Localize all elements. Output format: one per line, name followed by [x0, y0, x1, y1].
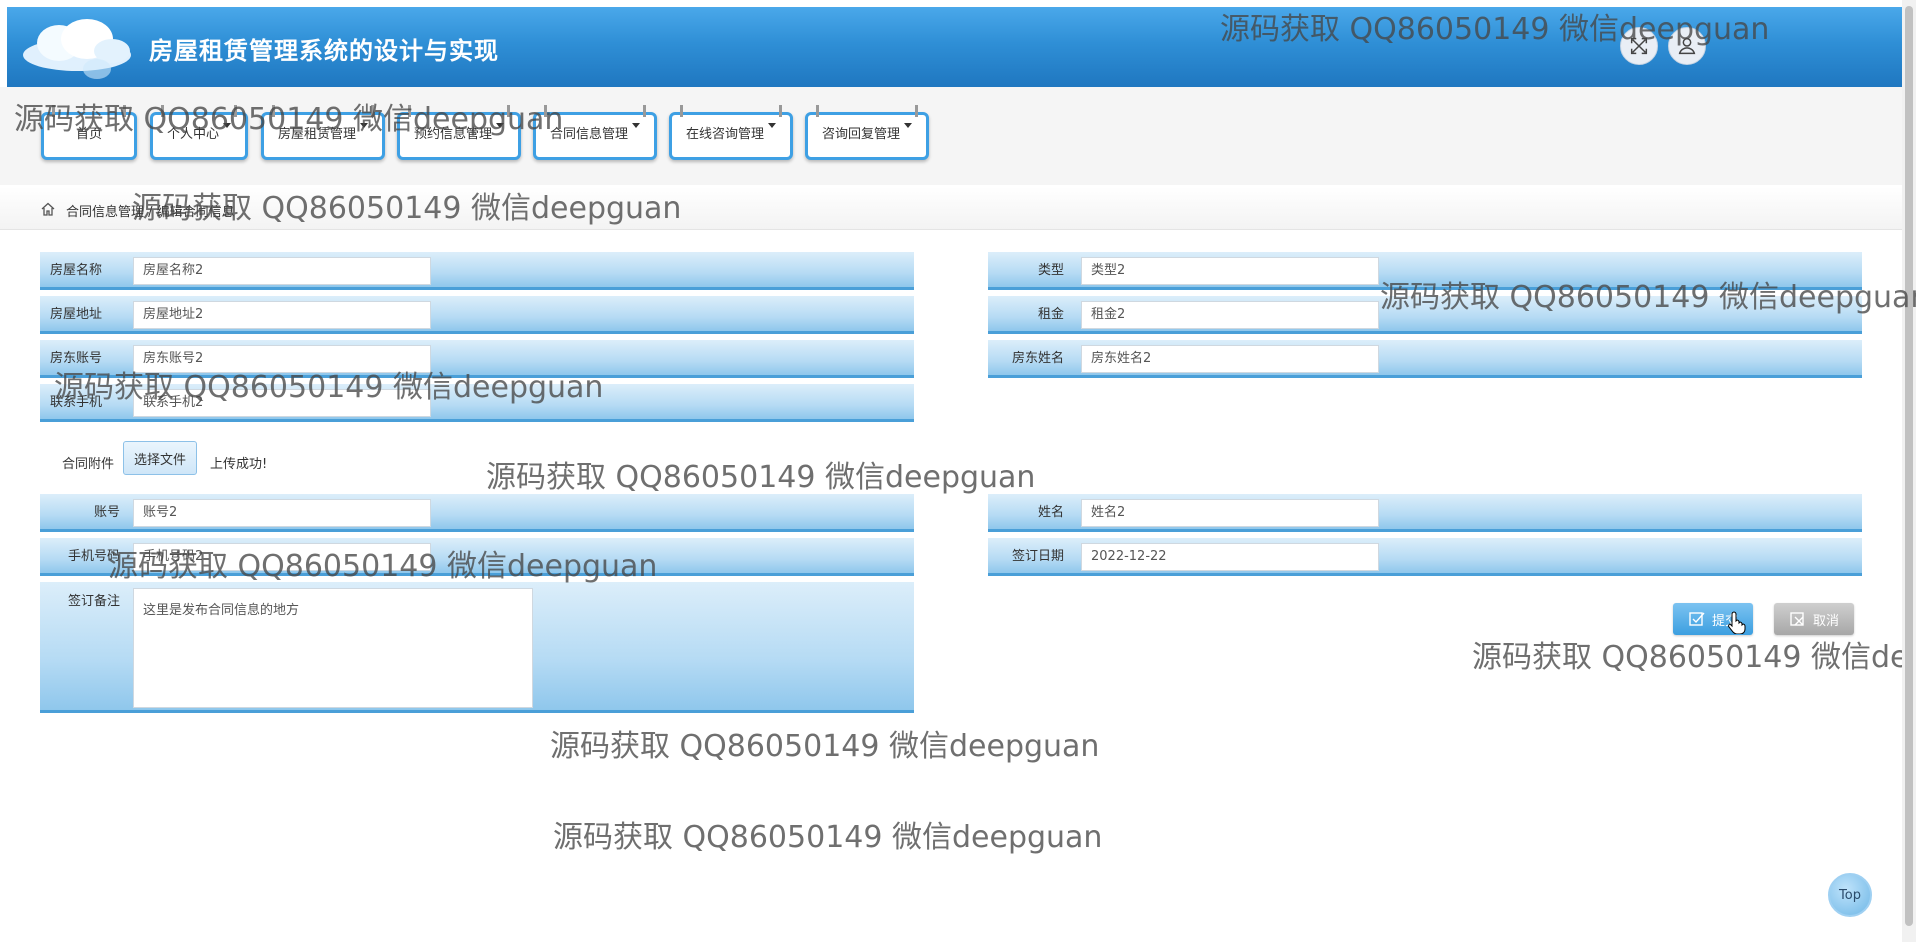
house-name-input[interactable]: 房屋名称2: [133, 257, 431, 285]
caret-down-icon: [360, 123, 368, 128]
user-icon: [1678, 37, 1696, 55]
cloud-logo-icon: [23, 19, 131, 79]
field-label: 姓名: [1037, 505, 1064, 520]
sign-notes-textarea[interactable]: 这里是发布合同信息的地方: [133, 588, 533, 708]
caret-down-icon: [632, 123, 640, 128]
field-label: 房屋地址: [50, 307, 103, 322]
caret-down-icon: [223, 123, 231, 128]
scrollbar-thumb[interactable]: [1905, 6, 1913, 926]
field-label: 房屋名称: [50, 263, 103, 278]
fullscreen-button[interactable]: [1620, 27, 1658, 65]
breadcrumb: [0, 187, 1902, 230]
field-label: 手机号码: [67, 549, 120, 564]
nav-item-label: 在线咨询管理: [685, 127, 764, 142]
contact-phone-input[interactable]: 联系手机2: [133, 389, 431, 417]
check-square-icon: [1689, 612, 1705, 626]
landlord-account-input[interactable]: 房东账号2: [133, 345, 431, 373]
field-label: 联系手机: [50, 395, 103, 410]
field-label: 签订备注: [67, 594, 120, 609]
vertical-scrollbar[interactable]: [1902, 0, 1916, 942]
caret-down-icon: [496, 123, 504, 128]
form-row-phone: 手机号码 手机号码2: [40, 538, 914, 576]
house-address-input[interactable]: 房屋地址2: [133, 301, 431, 329]
nav-item-home[interactable]: 首页: [41, 105, 137, 160]
close-square-icon: [1790, 612, 1804, 626]
field-label: 签订日期: [1011, 549, 1064, 564]
form-row-house-address: 房屋地址 房屋地址2: [40, 296, 914, 334]
field-label: 房东账号: [50, 351, 103, 366]
nav-item-reservation-management[interactable]: 预约信息管理: [397, 105, 521, 160]
form-row-landlord-account: 房东账号 房东账号2: [40, 340, 914, 378]
nav-item-consult-management[interactable]: 在线咨询管理: [669, 105, 793, 160]
sign-date-input[interactable]: 2022-12-22: [1081, 543, 1379, 571]
account-input[interactable]: 账号2: [133, 499, 431, 527]
breadcrumb-text[interactable]: 合同信息管理 / 编辑合同信息: [66, 201, 235, 220]
field-label: 房东姓名: [1011, 351, 1064, 366]
form-row-account: 账号 账号2: [40, 494, 914, 532]
form-row-rent: 租金 租金2: [988, 296, 1862, 334]
form-row-sign-date: 签订日期 2022-12-22: [988, 538, 1862, 576]
field-label: 合同附件: [62, 457, 115, 472]
form-row-landlord-name: 房东姓名 房东姓名2: [988, 340, 1862, 378]
back-to-top-button[interactable]: Top: [1828, 873, 1872, 917]
hand-cursor-icon: [1728, 611, 1746, 634]
watermark: 源码获取 QQ86050149 微信deepguan: [550, 729, 1100, 764]
form-row-house-name: 房屋名称 房屋名称2: [40, 252, 914, 290]
choose-file-button[interactable]: 选择文件: [123, 441, 197, 475]
nav-item-label: 房屋租赁管理: [277, 127, 356, 142]
watermark: 源码获取 QQ86050149 微信deepguan: [553, 820, 1103, 855]
rent-input[interactable]: 租金2: [1081, 301, 1379, 329]
form-row-contact-phone: 联系手机 联系手机2: [40, 384, 914, 422]
cancel-label: 取消: [1812, 613, 1839, 629]
nav-item-personal-center[interactable]: 个人中心: [150, 105, 248, 160]
nav-item-label: 咨询回复管理: [821, 127, 900, 142]
nav-item-reply-management[interactable]: 咨询回复管理: [805, 105, 929, 160]
caret-down-icon: [904, 123, 912, 128]
cancel-button[interactable]: 取消: [1774, 603, 1854, 635]
form-row-name: 姓名 姓名2: [988, 494, 1862, 532]
field-label: 租金: [1037, 307, 1064, 322]
caret-down-icon: [768, 123, 776, 128]
contract-attachment-row: 合同附件 选择文件 上传成功!: [40, 440, 914, 480]
home-icon[interactable]: [40, 201, 56, 217]
nav-item-label: 个人中心: [166, 127, 219, 142]
name-input[interactable]: 姓名2: [1081, 499, 1379, 527]
nav-item-rental-management[interactable]: 房屋租赁管理: [261, 105, 385, 160]
nav-item-contract-management[interactable]: 合同信息管理: [533, 105, 657, 160]
landlord-name-input[interactable]: 房东姓名2: [1081, 345, 1379, 373]
field-label: 类型: [1037, 263, 1064, 278]
upload-status: 上传成功!: [210, 457, 268, 472]
fullscreen-icon: [1630, 37, 1648, 55]
nav-item-label: 合同信息管理: [549, 127, 628, 142]
nav-item-label: 预约信息管理: [413, 127, 492, 142]
nav-item-label: 首页: [75, 127, 102, 142]
app-title: 房屋租赁管理系统的设计与实现: [149, 37, 499, 65]
type-input[interactable]: 类型2: [1081, 257, 1379, 285]
watermark: 源码获取 QQ86050149 微信deepguan: [1472, 640, 1902, 675]
phone-input[interactable]: 手机号码2: [133, 543, 431, 571]
field-label: 账号: [93, 505, 120, 520]
user-button[interactable]: [1668, 27, 1706, 65]
form-row-sign-notes: 签订备注 这里是发布合同信息的地方: [40, 582, 914, 713]
app-header: 房屋租赁管理系统的设计与实现: [7, 7, 1902, 87]
form-row-type: 类型 类型2: [988, 252, 1862, 290]
